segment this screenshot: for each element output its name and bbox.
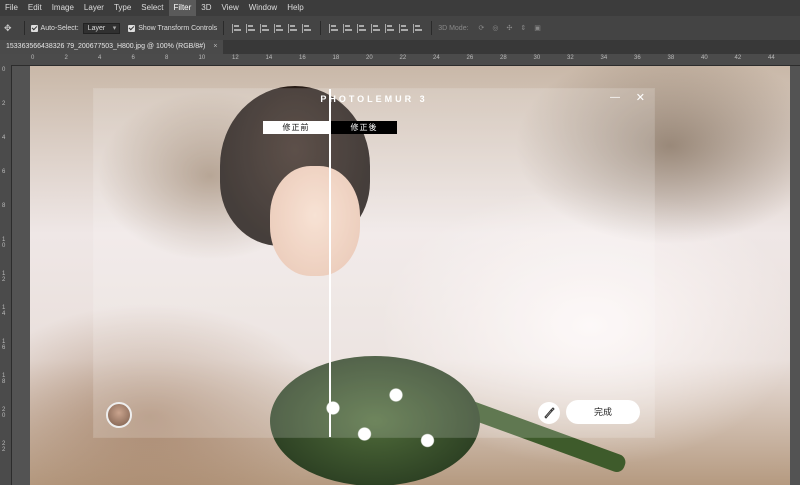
horizontal-ruler: 0 2 4 6 8 10 12 14 16 18 20 22 24 26 28 30 32 34 36 38 40 42 4… (0, 54, 800, 66)
auto-align-icon[interactable] (413, 23, 423, 33)
roll-3d-icon[interactable]: ◎ (492, 24, 498, 32)
align-left-icon[interactable] (274, 23, 284, 33)
ruler-tick-label: 16 (299, 55, 306, 61)
scale-3d-icon[interactable]: ▣ (534, 24, 541, 32)
ruler-tick-label: 34 (600, 55, 608, 61)
avatar[interactable] (106, 402, 132, 428)
align-center-icon[interactable] (288, 23, 298, 33)
show-transform-checkbox[interactable] (128, 24, 136, 32)
distribute-top-icon[interactable] (329, 23, 339, 33)
mode-3d-label: 3D Mode: (438, 24, 469, 32)
menu-view[interactable]: View (217, 0, 244, 16)
menu-select[interactable]: Select (136, 0, 168, 16)
ruler-tick-label: 14 (2, 305, 6, 317)
photolemur-dialog: PHOTOLEMUR 3 — ✕ 修正前 修正後 完成 (94, 89, 654, 437)
ruler-tick-label: 12 (2, 271, 6, 283)
ruler-tick-label: 4 (98, 55, 102, 61)
drag-3d-icon[interactable]: ✣ (507, 24, 513, 32)
ruler-tick-label: 14 (265, 55, 273, 61)
close-icon[interactable]: ✕ (636, 91, 645, 104)
divider (431, 21, 433, 35)
slide-3d-icon[interactable]: ⇕ (520, 24, 526, 32)
auto-select-label: Auto-Select: (40, 24, 79, 32)
ruler-tick-label: 24 (433, 55, 440, 61)
menu-window[interactable]: Window (244, 0, 282, 16)
menu-edit[interactable]: Edit (23, 0, 47, 16)
ruler-tick-label: 20 (2, 407, 6, 419)
divider (320, 21, 322, 35)
ruler-tick-label: 28 (500, 55, 507, 61)
menu-help[interactable]: Help (282, 0, 308, 16)
ruler-tick-label: 8 (2, 203, 6, 209)
show-transform-label: Show Transform Controls (138, 24, 218, 32)
ruler-tick-label: 42 (734, 55, 742, 61)
after-label: 修正後 (331, 121, 397, 134)
brush-button[interactable] (538, 402, 560, 424)
menu-image[interactable]: Image (47, 0, 79, 16)
ruler-tick-label: 8 (165, 55, 169, 61)
menu-layer[interactable]: Layer (79, 0, 109, 16)
ruler-tick-label: 10 (198, 55, 206, 61)
ruler-tick-label: 44 (768, 55, 775, 61)
menu-bar: File Edit Image Layer Type Select Filter… (0, 0, 800, 16)
ruler-tick-label: 10 (2, 237, 6, 249)
ruler-tick-label: 30 (533, 55, 541, 61)
dialog-title: PHOTOLEMUR 3 (320, 94, 428, 104)
distribute-bottom-icon[interactable] (357, 23, 367, 33)
options-bar: ✥ Auto-Select: Layer Show Transform Cont… (0, 16, 800, 41)
ruler-tick-label: 18 (332, 55, 340, 61)
divider (23, 21, 25, 35)
ruler-tick-label: 18 (2, 373, 6, 385)
ruler-tick-label: 0 (31, 55, 35, 61)
ruler-tick-label: 12 (232, 55, 239, 61)
orbit-3d-icon[interactable]: ⟳ (479, 24, 485, 32)
ruler-tick-label: 2 (2, 101, 6, 107)
done-button[interactable]: 完成 (566, 400, 640, 424)
distribute-right-icon[interactable] (399, 23, 409, 33)
comparison-slider[interactable] (329, 89, 331, 437)
close-tab-icon[interactable]: × (213, 43, 217, 50)
vertical-ruler: 0 2 4 6 8 10 12 14 16 18 20 22 (0, 65, 12, 485)
document-tab-title: 153363566438326 79_200677503_H800.jpg @ … (6, 43, 206, 50)
before-label: 修正前 (263, 121, 329, 134)
ruler-tick-label: 2 (64, 55, 68, 61)
ruler-tick-label: 6 (131, 55, 135, 61)
menu-3d[interactable]: 3D (196, 0, 216, 16)
minimize-icon[interactable]: — (610, 92, 620, 103)
ruler-tick-label: 0 (2, 67, 6, 73)
document-tab-bar: 153363566438326 79_200677503_H800.jpg @ … (0, 40, 800, 54)
brush-icon (544, 407, 555, 419)
menu-type[interactable]: Type (109, 0, 136, 16)
move-tool-icon[interactable]: ✥ (4, 23, 12, 34)
ruler-tick-label: 36 (634, 55, 641, 61)
divider (223, 21, 225, 35)
distribute-middle-icon[interactable] (343, 23, 353, 33)
distribute-left-icon[interactable] (371, 23, 381, 33)
ruler-tick-label: 6 (2, 169, 6, 175)
ruler-tick-label: 16 (2, 339, 6, 351)
ruler-tick-label: 40 (701, 55, 708, 61)
ruler-tick-label: 22 (2, 441, 6, 453)
document-tab[interactable]: 153363566438326 79_200677503_H800.jpg @ … (0, 40, 224, 54)
auto-select-checkbox[interactable] (30, 24, 38, 32)
align-middle-icon[interactable] (246, 23, 256, 33)
ruler-tick-label: 32 (567, 55, 574, 61)
ruler-tick-label: 38 (667, 55, 675, 61)
menu-filter[interactable]: Filter (168, 0, 197, 16)
align-right-icon[interactable] (302, 23, 312, 33)
align-top-icon[interactable] (232, 23, 242, 33)
distribute-center-icon[interactable] (385, 23, 395, 33)
ruler-tick-label: 26 (466, 55, 474, 61)
ruler-tick-label: 4 (2, 135, 6, 141)
menu-file[interactable]: File (0, 0, 23, 16)
auto-select-dropdown[interactable]: Layer (82, 22, 121, 34)
ruler-tick-label: 20 (366, 55, 373, 61)
ruler-tick-label: 22 (399, 55, 407, 61)
align-bottom-icon[interactable] (260, 23, 270, 33)
